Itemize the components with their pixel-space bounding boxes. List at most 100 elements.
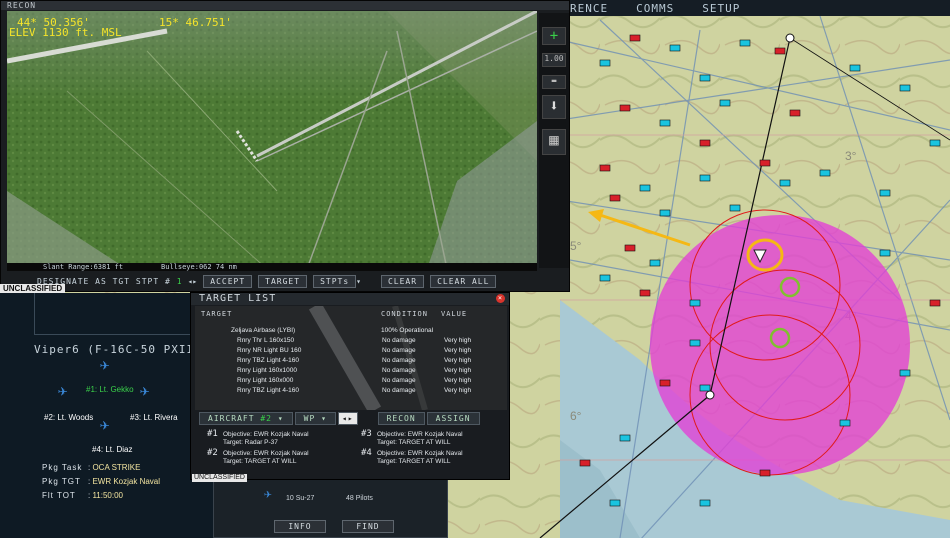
friendly-unit-icon[interactable] bbox=[699, 384, 711, 392]
enemy-unit-icon[interactable] bbox=[774, 47, 786, 55]
pilot-4[interactable]: #4: Lt. Diaz bbox=[92, 445, 132, 454]
friendly-unit-icon[interactable] bbox=[879, 189, 891, 197]
enemy-unit-icon[interactable] bbox=[759, 469, 771, 477]
enemy-unit-icon[interactable] bbox=[629, 34, 641, 42]
friendly-unit-icon[interactable] bbox=[739, 39, 751, 47]
enemy-unit-icon[interactable] bbox=[639, 289, 651, 297]
aircraft-number: #2 bbox=[260, 414, 272, 423]
tab-wp-label: WP bbox=[303, 414, 316, 423]
arrow-down-icon[interactable]: ⬇ bbox=[542, 95, 566, 119]
clear-all-button[interactable]: CLEAR ALL bbox=[430, 274, 497, 288]
target-row[interactable]: Rnry Light 160x1000 No damage Very high bbox=[237, 367, 471, 375]
friendly-unit-icon[interactable] bbox=[659, 209, 671, 217]
airbase-row[interactable]: Zeljava Airbase (LYBI) 100% Operational bbox=[231, 327, 433, 335]
friendly-unit-icon[interactable] bbox=[699, 174, 711, 182]
friendly-unit-icon[interactable] bbox=[669, 44, 681, 52]
enemy-unit-icon[interactable] bbox=[659, 379, 671, 387]
grid-label: 3° bbox=[845, 149, 857, 163]
friendly-unit-icon[interactable] bbox=[839, 419, 851, 427]
menu-item-comms[interactable]: COMMS bbox=[636, 2, 674, 15]
target-row[interactable]: Rnry Thr L 160x150 No damage Very high bbox=[237, 337, 471, 345]
tab-wp[interactable]: WP ▾ bbox=[294, 412, 336, 425]
enemy-unit-icon[interactable] bbox=[624, 244, 636, 252]
enemy-unit-icon[interactable] bbox=[699, 139, 711, 147]
jet-icon[interactable]: ✈ bbox=[140, 383, 150, 399]
flight-info-panel: ✈ 10 Su-27 48 Pilots INFO FIND bbox=[213, 478, 448, 538]
friendly-unit-icon[interactable] bbox=[609, 499, 621, 507]
target-list-window: TARGET LIST × TARGET CONDITION VALUE Zelj… bbox=[190, 292, 510, 480]
enemy-unit-icon[interactable] bbox=[929, 299, 941, 307]
friendly-unit-icon[interactable] bbox=[929, 139, 941, 147]
jet-icon[interactable]: ✈ bbox=[100, 417, 110, 433]
zoom-level: 1.00 bbox=[542, 53, 566, 67]
accept-button[interactable]: ACCEPT bbox=[203, 274, 253, 288]
find-button[interactable]: FIND bbox=[342, 520, 394, 533]
pilot-3[interactable]: #3: Lt. Rivera bbox=[130, 413, 178, 422]
target-button[interactable]: TARGET bbox=[258, 274, 308, 288]
recon-view[interactable]: 44* 50.356' 15* 46.751' ELEV 1130 ft. MS… bbox=[7, 11, 537, 269]
objective-4[interactable]: #4 Objective: EWR Kozjak Naval Target: TAR… bbox=[361, 449, 463, 465]
enemy-unit-icon[interactable] bbox=[579, 459, 591, 467]
friendly-unit-icon[interactable] bbox=[689, 299, 701, 307]
friendly-unit-icon[interactable] bbox=[649, 259, 661, 267]
target-row[interactable]: Rnry NR Light BU 160 No damage Very high bbox=[237, 347, 471, 355]
flight-callsign[interactable]: Viper6 (F-16C-50 PXII) bbox=[34, 343, 202, 356]
wp-arrows-icon[interactable]: ◂▸ bbox=[337, 412, 358, 425]
friendly-unit-icon[interactable] bbox=[849, 64, 861, 72]
friendly-unit-icon[interactable] bbox=[699, 74, 711, 82]
target-row[interactable]: Rnry TBZ Light 4-160 No damage Very high bbox=[237, 387, 471, 395]
friendly-unit-icon[interactable] bbox=[779, 179, 791, 187]
target-condition: No damage bbox=[382, 377, 416, 384]
info-button[interactable]: INFO bbox=[274, 520, 326, 533]
jet-icon[interactable]: ✈ bbox=[58, 383, 68, 399]
enemy-unit-icon[interactable] bbox=[619, 104, 631, 112]
tab-aircraft[interactable]: AIRCRAFT #2 ▾ bbox=[199, 412, 293, 425]
friendly-unit-icon[interactable] bbox=[639, 184, 651, 192]
objective-3[interactable]: #3 Objective: EWR Kozjak Naval Target: TAR… bbox=[361, 430, 463, 446]
zoom-in-button[interactable]: + bbox=[542, 27, 566, 45]
menu-item-setup[interactable]: SETUP bbox=[702, 2, 740, 15]
objective-number: #3 bbox=[361, 429, 372, 439]
friendly-unit-icon[interactable] bbox=[899, 84, 911, 92]
stpt-number[interactable]: 1 bbox=[177, 277, 182, 286]
slant-range: Slant Range:6381 ft bbox=[43, 263, 124, 271]
target-value: Very high bbox=[444, 347, 472, 354]
pilot-1[interactable]: #1: Lt. Gekko bbox=[86, 385, 134, 394]
target-condition: No damage bbox=[382, 367, 416, 374]
friendly-unit-icon[interactable] bbox=[689, 339, 701, 347]
friendly-unit-icon[interactable] bbox=[899, 369, 911, 377]
target-row[interactable]: Rnry Light 160x000 No damage Very high bbox=[237, 377, 471, 385]
enemy-unit-icon[interactable] bbox=[599, 164, 611, 172]
enemy-unit-icon[interactable] bbox=[609, 194, 621, 202]
friendly-unit-icon[interactable] bbox=[719, 99, 731, 107]
objective-2[interactable]: #2 Objective: EWR Kozjak Naval Target: TAR… bbox=[207, 449, 309, 465]
target-row[interactable]: Rnry TBZ Light 4-160 No damage Very high bbox=[237, 357, 471, 365]
friendly-unit-icon[interactable] bbox=[729, 204, 741, 212]
close-icon[interactable]: × bbox=[496, 294, 505, 303]
stpts-dropdown[interactable]: STPTs bbox=[313, 274, 357, 288]
enemy-unit-icon[interactable] bbox=[759, 159, 771, 167]
photo-icon[interactable]: ▦ bbox=[542, 129, 566, 155]
friendly-unit-icon[interactable] bbox=[599, 274, 611, 282]
friendly-unit-icon[interactable] bbox=[879, 249, 891, 257]
tab-recon[interactable]: RECON bbox=[377, 412, 425, 425]
chevron-down-icon[interactable]: ▾ bbox=[356, 277, 361, 286]
tab-assign[interactable]: ASSIGN bbox=[426, 412, 480, 425]
zoom-slider[interactable]: ▬ bbox=[542, 75, 566, 89]
friendly-unit-icon[interactable] bbox=[659, 119, 671, 127]
jet-icon[interactable]: ✈ bbox=[100, 357, 110, 373]
enemy-unit-icon[interactable] bbox=[789, 109, 801, 117]
flt-tot-value: 11:50:00 bbox=[92, 491, 123, 500]
friendly-unit-icon[interactable] bbox=[819, 169, 831, 177]
objective-text: Objective: EWR Kozjak Naval bbox=[377, 450, 463, 457]
pilot-2[interactable]: #2: Lt. Woods bbox=[44, 413, 93, 422]
friendly-unit-icon[interactable] bbox=[699, 499, 711, 507]
stpt-arrows-icon[interactable]: ◂▸ bbox=[188, 277, 198, 286]
target-list-title-text: TARGET LIST bbox=[199, 293, 277, 304]
friendly-unit-icon[interactable] bbox=[599, 59, 611, 67]
menu-item-reference[interactable]: RENCE bbox=[570, 2, 608, 15]
clear-button[interactable]: CLEAR bbox=[380, 274, 425, 288]
objective-1[interactable]: #1 Objective: EWR Kozjak Naval Target: Rad… bbox=[207, 430, 309, 446]
target-value: Very high bbox=[444, 377, 472, 384]
friendly-unit-icon[interactable] bbox=[619, 434, 631, 442]
